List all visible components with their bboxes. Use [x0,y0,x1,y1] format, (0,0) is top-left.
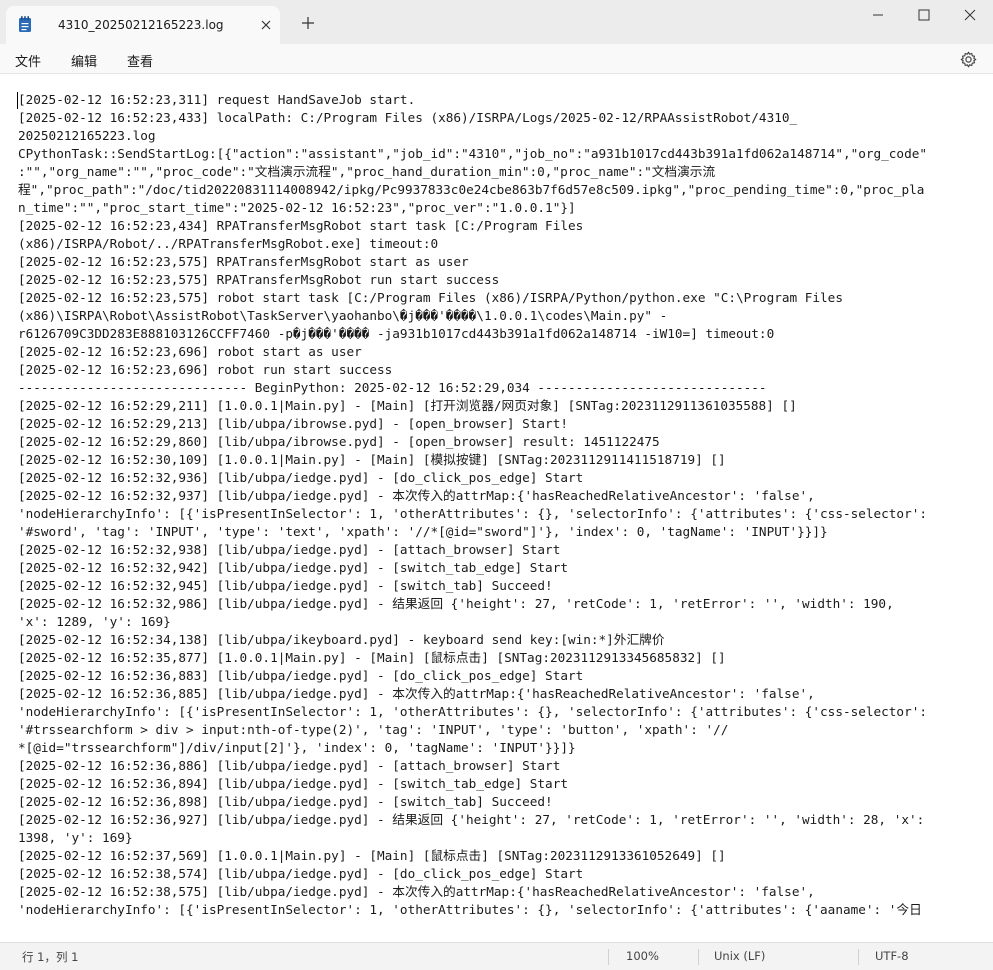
file-tab[interactable]: 4310_20250212165223.log [6,6,280,44]
log-line: [2025-02-12 16:52:32,937] [lib/ubpa/iedg… [18,488,815,503]
line-ending[interactable]: Unix (LF) [714,949,765,963]
close-window-button[interactable] [947,0,993,32]
log-line: [2025-02-12 16:52:35,877] [1.0.0.1|Main.… [18,650,726,665]
log-line: [2025-02-12 16:52:34,138] [lib/ubpa/ikey… [18,632,665,647]
menu-view[interactable]: 查看 [127,51,153,70]
log-line: (x86)\ISRPA\Robot\AssistRobot\TaskServer… [18,308,668,323]
log-line: [2025-02-12 16:52:36,886] [lib/ubpa/iedg… [18,758,561,773]
log-line: CPythonTask::SendStartLog:[{"action":"as… [18,146,927,161]
log-line: :"","org_name":"","proc_code":"文档演示流程","… [18,164,716,179]
log-line: [2025-02-12 16:52:36,927] [lib/ubpa/iedg… [18,812,925,827]
title-bar: 4310_20250212165223.log [0,0,993,44]
minimize-button[interactable] [855,0,901,32]
log-line: [2025-02-12 16:52:23,311] request HandSa… [18,92,416,107]
plus-icon[interactable] [300,15,316,31]
log-line: (x86)/ISRPA/Robot/../RPATransferMsgRobot… [18,236,439,251]
menu-bar: 文件 编辑 查看 [0,44,993,74]
log-line: [2025-02-12 16:52:23,696] robot run star… [18,362,393,377]
log-line: 1398, 'y': 169} [18,830,133,845]
status-divider [698,949,699,965]
log-line: 'x': 1289, 'y': 169} [18,614,171,629]
maximize-icon [918,9,930,21]
maximize-button[interactable] [901,0,947,32]
log-line: [2025-02-12 16:52:32,986] [lib/ubpa/iedg… [18,596,894,611]
log-line: [2025-02-12 16:52:36,894] [lib/ubpa/iedg… [18,776,568,791]
status-divider [858,949,859,965]
log-line: [2025-02-12 16:52:32,945] [lib/ubpa/iedg… [18,578,553,593]
encoding[interactable]: UTF-8 [875,949,909,963]
log-line: [2025-02-12 16:52:29,860] [lib/ubpa/ibro… [18,434,660,449]
log-line: 程","proc_path":"/doc/tid2022083111400894… [18,182,925,197]
log-line: [2025-02-12 16:52:23,696] robot start as… [18,344,362,359]
log-line: n_time":"","proc_start_time":"2025-02-12… [18,200,576,215]
log-line: [2025-02-12 16:52:23,575] robot start ta… [18,290,843,305]
log-line: [2025-02-12 16:52:32,942] [lib/ubpa/iedg… [18,560,568,575]
log-line: [2025-02-12 16:52:32,936] [lib/ubpa/iedg… [18,470,584,485]
log-line: 20250212165223.log [18,128,156,143]
log-line: [2025-02-12 16:52:30,109] [1.0.0.1|Main.… [18,452,726,467]
status-divider [608,949,609,965]
minimize-icon [873,14,883,16]
log-line: [2025-02-12 16:52:36,885] [lib/ubpa/iedg… [18,686,815,701]
log-line: [2025-02-12 16:52:23,433] localPath: C:/… [18,110,798,125]
tab-title: 4310_20250212165223.log [58,18,224,32]
log-line: [2025-02-12 16:52:23,575] RPATransferMsg… [18,254,469,269]
log-line: [2025-02-12 16:52:36,883] [lib/ubpa/iedg… [18,668,584,683]
close-icon[interactable] [258,17,274,33]
log-line: r6126709C3DD283E888103126CCFF7460 -p�j��… [18,326,775,341]
log-line: [2025-02-12 16:52:32,938] [lib/ubpa/iedg… [18,542,561,557]
notepad-icon [18,16,32,33]
log-line: [2025-02-12 16:52:29,211] [1.0.0.1|Main.… [18,398,797,413]
log-line: [2025-02-12 16:52:36,898] [lib/ubpa/iedg… [18,794,553,809]
log-line: [2025-02-12 16:52:23,434] RPATransferMsg… [18,218,584,233]
log-content: [2025-02-12 16:52:23,311] request HandSa… [18,91,980,919]
menu-edit[interactable]: 编辑 [71,51,97,70]
zoom-level[interactable]: 100% [626,949,659,963]
log-line: '#sword', 'tag': 'INPUT', 'type': 'text'… [18,524,828,539]
cursor-position[interactable]: 行 1，列 1 [22,949,78,965]
log-line: [2025-02-12 16:52:38,575] [lib/ubpa/iedg… [18,884,815,899]
log-line: [2025-02-12 16:52:29,213] [lib/ubpa/ibro… [18,416,568,431]
text-editor[interactable]: [2025-02-12 16:52:23,311] request HandSa… [0,75,993,942]
log-line: *[@id="trssearchform"]/div/input[2]'}, '… [18,740,576,755]
log-line: [2025-02-12 16:52:37,569] [1.0.0.1|Main.… [18,848,726,863]
text-caret [17,92,18,109]
log-line: 'nodeHierarchyInfo': [{'isPresentInSelec… [18,704,927,719]
log-line: ------------------------------ BeginPyth… [18,380,767,395]
status-bar: 行 1，列 1 100% Unix (LF) UTF-8 [0,942,993,970]
log-line: 'nodeHierarchyInfo': [{'isPresentInSelec… [18,902,922,917]
log-line: 'nodeHierarchyInfo': [{'isPresentInSelec… [18,506,927,521]
menu-file[interactable]: 文件 [15,51,41,70]
log-line: [2025-02-12 16:52:23,575] RPATransferMsg… [18,272,500,287]
log-line: '#trssearchform > div > input:nth-of-typ… [18,722,729,737]
log-line: [2025-02-12 16:52:38,574] [lib/ubpa/iedg… [18,866,584,881]
gear-icon[interactable] [960,51,977,68]
close-icon [964,9,976,21]
